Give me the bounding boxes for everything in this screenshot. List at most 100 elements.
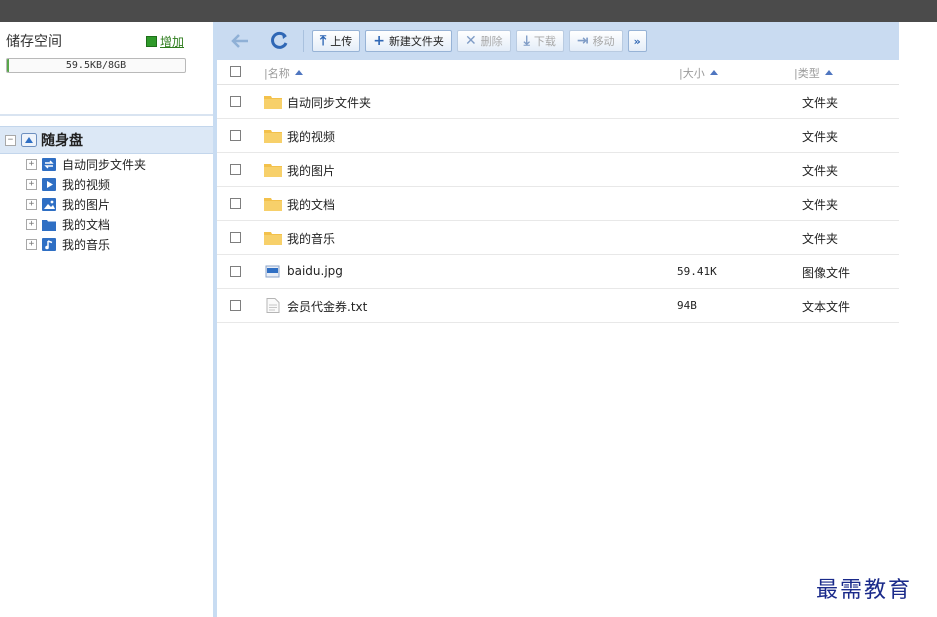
file-row[interactable]: 我的图片 文件夹 (217, 153, 899, 187)
tree-item-label: 我的文档 (62, 217, 111, 232)
plus-icon (146, 36, 157, 47)
expand-icon[interactable]: + (26, 238, 37, 250)
expand-icon[interactable]: + (26, 218, 37, 230)
folder-icon (264, 128, 282, 143)
watermark-text: 最需教育 (816, 578, 913, 603)
folder-icon (264, 196, 282, 211)
file-row[interactable]: 我的文档 文件夹 (217, 187, 899, 221)
download-label: 下载 (533, 35, 556, 48)
tree-item-label: 我的图片 (62, 197, 111, 212)
download-button[interactable]: ⤓ 下载 (515, 30, 564, 52)
tree-root-label: 随身盘 (41, 133, 83, 149)
file-type: 文件夹 (802, 198, 839, 212)
collapse-icon[interactable]: − (5, 134, 16, 146)
music-folder-icon (42, 237, 56, 251)
file-name[interactable]: 我的图片 (287, 162, 335, 179)
select-all-checkbox[interactable] (230, 66, 241, 77)
file-name[interactable]: 我的视频 (287, 128, 335, 145)
delete-label: 删除 (480, 35, 503, 48)
upload-arrow-icon: ⤒ (320, 33, 327, 49)
column-header-name-label: 名称 (267, 67, 290, 80)
back-arrow-icon[interactable] (225, 26, 255, 56)
file-name[interactable]: 自动同步文件夹 (287, 94, 371, 111)
more-options-button[interactable]: » (627, 30, 647, 52)
row-checkbox[interactable] (230, 198, 241, 209)
file-name[interactable]: 我的文档 (287, 196, 335, 213)
move-arrow-icon: ⇥ (576, 33, 589, 49)
sidebar: 储存空间 增加 59.5KB/8GB − 随身盘 + 自动同步文件夹 + 我的视… (0, 22, 213, 617)
file-list-header: |名称 |大小 |类型 (217, 60, 899, 85)
refresh-icon[interactable] (265, 26, 295, 56)
file-row[interactable]: 自动同步文件夹 文件夹 (217, 85, 899, 119)
document-folder-icon (42, 218, 56, 231)
upload-button[interactable]: ⤒ 上传 (312, 30, 361, 52)
video-folder-icon (42, 177, 56, 191)
expand-icon[interactable]: + (26, 198, 37, 210)
row-checkbox[interactable] (230, 300, 241, 311)
new-folder-label: 新建文件夹 (388, 35, 444, 48)
tree-item-sync[interactable]: + 自动同步文件夹 (0, 154, 213, 174)
folder-icon (264, 230, 282, 245)
file-row[interactable]: baidu.jpg 59.41K 图像文件 (217, 255, 899, 289)
toolbar: ⤒ 上传 + 新建文件夹 ✕ 删除 ⤓ 下载 ⇥ 移动 » (217, 22, 899, 60)
storage-panel: 储存空间 增加 59.5KB/8GB (0, 22, 213, 112)
file-row[interactable]: 会员代金券.txt 94B 文本文件 (217, 289, 899, 323)
sidebar-divider (0, 114, 213, 116)
image-file-icon (264, 264, 282, 279)
tree-item-pictures[interactable]: + 我的图片 (0, 194, 213, 214)
toolbar-separator (303, 30, 304, 52)
tree-item-music[interactable]: + 我的音乐 (0, 234, 213, 254)
file-name[interactable]: baidu.jpg (287, 264, 343, 278)
delete-x-icon: ✕ (464, 33, 477, 49)
column-header-name[interactable]: |名称 (264, 65, 303, 81)
storage-title: 储存空间 (6, 34, 62, 50)
file-type: 文件夹 (802, 96, 839, 110)
tree-item-label: 我的视频 (62, 177, 111, 192)
row-checkbox[interactable] (230, 96, 241, 107)
file-type: 文件夹 (802, 130, 839, 144)
double-chevron-down-icon: » (633, 34, 641, 48)
folder-tree: − 随身盘 + 自动同步文件夹 + 我的视频 + 我的图片 + 我的文档 + 我… (0, 126, 213, 254)
new-folder-button[interactable]: + 新建文件夹 (365, 30, 452, 52)
file-type: 图像文件 (802, 266, 851, 280)
sort-ascending-icon (824, 70, 833, 75)
storage-quota-text: 59.5KB/8GB (65, 60, 127, 71)
file-type: 文本文件 (802, 300, 851, 314)
add-storage-link[interactable]: 增加 (146, 33, 184, 50)
column-header-type[interactable]: |类型 (794, 65, 833, 81)
column-header-size[interactable]: |大小 (679, 65, 718, 81)
sort-ascending-icon (294, 70, 303, 75)
expand-icon[interactable]: + (26, 178, 37, 190)
folder-icon (264, 94, 282, 109)
tree-item-documents[interactable]: + 我的文档 (0, 214, 213, 234)
file-type: 文件夹 (802, 164, 839, 178)
delete-button[interactable]: ✕ 删除 (456, 30, 511, 52)
row-checkbox[interactable] (230, 266, 241, 277)
file-size: 94B (677, 299, 697, 312)
sync-folder-icon (42, 157, 56, 171)
tree-item-videos[interactable]: + 我的视频 (0, 174, 213, 194)
move-button[interactable]: ⇥ 移动 (568, 30, 623, 52)
text-file-icon (264, 298, 282, 313)
file-row[interactable]: 我的视频 文件夹 (217, 119, 899, 153)
file-row[interactable]: 我的音乐 文件夹 (217, 221, 899, 255)
top-header-bar (0, 0, 937, 22)
file-name[interactable]: 我的音乐 (287, 230, 335, 247)
expand-icon[interactable]: + (26, 158, 37, 170)
tree-root-drive[interactable]: − 随身盘 (0, 126, 213, 154)
folder-icon (264, 162, 282, 177)
row-checkbox[interactable] (230, 164, 241, 175)
download-arrow-icon: ⤓ (523, 33, 530, 49)
add-storage-label: 增加 (160, 35, 185, 49)
file-name[interactable]: 会员代金券.txt (287, 298, 367, 315)
plus-icon: + (373, 33, 385, 49)
file-type: 文件夹 (802, 232, 839, 246)
tree-item-label: 自动同步文件夹 (62, 157, 147, 172)
picture-folder-icon (42, 197, 56, 211)
row-checkbox[interactable] (230, 130, 241, 141)
row-checkbox[interactable] (230, 232, 241, 243)
file-list: |名称 |大小 |类型 自动同步文件夹 文件夹 我的视频 文件夹 我的图片 文件… (217, 60, 899, 323)
tree-item-label: 我的音乐 (62, 237, 111, 252)
column-header-size-label: 大小 (682, 67, 705, 80)
column-header-type-label: 类型 (797, 67, 820, 80)
